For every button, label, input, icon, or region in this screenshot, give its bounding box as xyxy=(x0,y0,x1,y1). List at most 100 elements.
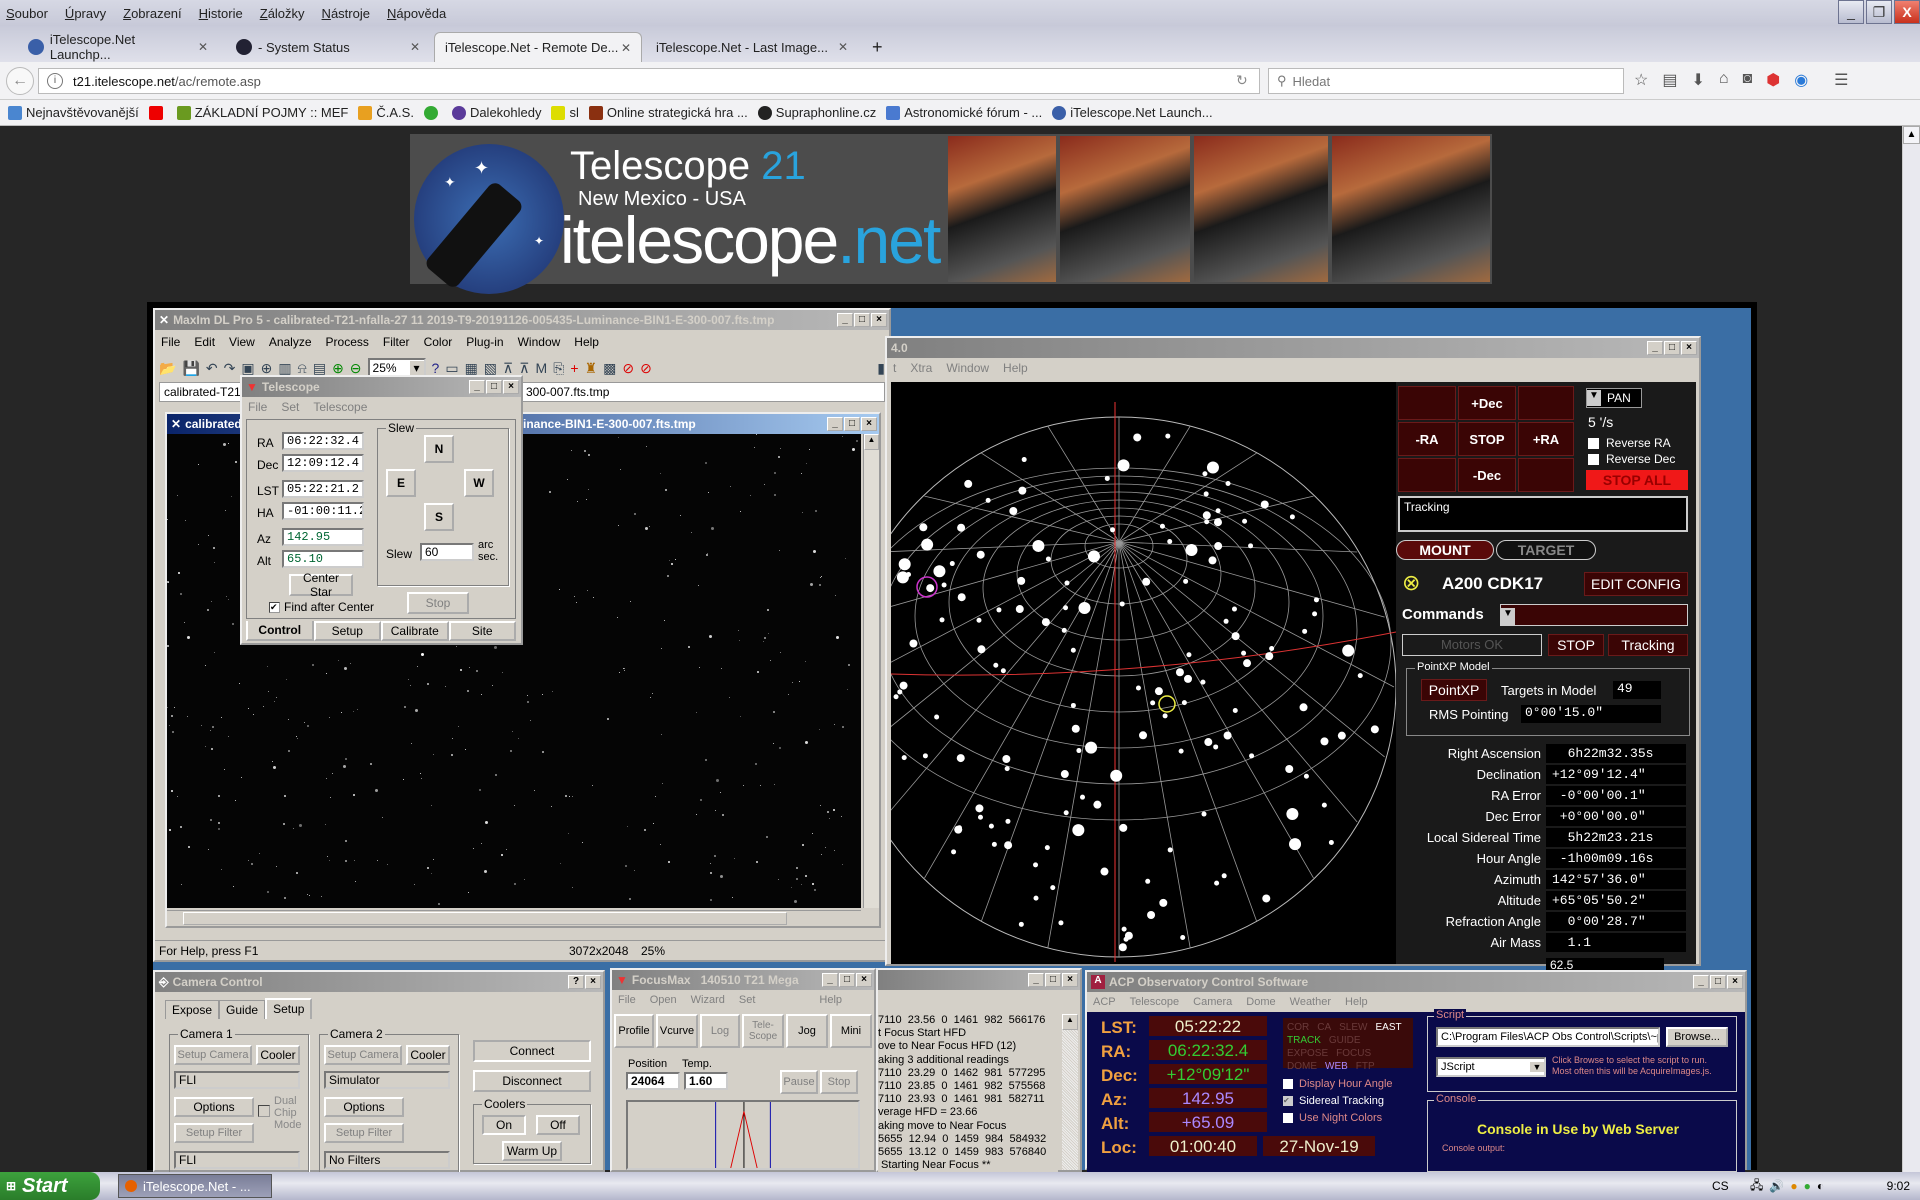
ha-field[interactable]: -01:00:11.2 xyxy=(282,502,364,520)
pad-ne-button[interactable] xyxy=(1518,386,1574,420)
stop-all-button[interactable]: STOP ALL xyxy=(1586,470,1688,490)
tab-control[interactable]: Control xyxy=(246,621,314,641)
image-icon[interactable]: ▣ xyxy=(241,360,254,377)
minimize-button[interactable]: _ xyxy=(1838,0,1864,24)
minimize-button[interactable]: _ xyxy=(469,380,485,394)
close-button[interactable]: × xyxy=(1727,975,1743,989)
menu-file[interactable]: File xyxy=(248,400,267,414)
menu-help[interactable]: Help xyxy=(574,335,599,349)
menu-color[interactable]: Color xyxy=(424,335,453,349)
tab-last-image[interactable]: iTelescope.Net - Last Image... ✕ xyxy=(646,32,858,62)
warm-up-button[interactable]: Warm Up xyxy=(502,1141,562,1161)
minimize-button[interactable]: _ xyxy=(1693,975,1709,989)
dec-field[interactable]: 12:09:12.4 xyxy=(282,454,364,472)
network-icon[interactable]: 🖧 xyxy=(1750,1176,1763,1197)
plus-dec-button[interactable]: +Dec xyxy=(1458,386,1516,420)
minimize-button[interactable]: _ xyxy=(837,313,853,327)
bookmark-youtube[interactable] xyxy=(148,105,167,120)
stop-observatory-icon[interactable]: ⊘ xyxy=(640,360,652,377)
tab-system-status[interactable]: - System Status ✕ xyxy=(226,32,430,62)
tool-icon[interactable]: M xyxy=(536,360,548,376)
hamburger-menu-icon[interactable]: ☰ xyxy=(1834,70,1848,90)
language-indicator[interactable]: CS xyxy=(1712,1179,1729,1193)
menu-analyze[interactable]: Analyze xyxy=(269,335,312,349)
cooler-off-button[interactable]: Off xyxy=(536,1115,580,1135)
menu-file[interactable]: File xyxy=(618,994,636,1006)
menu-window[interactable]: Window xyxy=(518,335,561,349)
maximize-button[interactable]: □ xyxy=(486,380,502,394)
pad-sw-button[interactable] xyxy=(1398,458,1456,492)
taskbar-item-firefox[interactable]: iTelescope.Net - ... xyxy=(118,1174,272,1198)
plus-ra-button[interactable]: +RA xyxy=(1518,422,1574,456)
tab-site[interactable]: Site xyxy=(448,621,516,641)
edit-config-button[interactable]: EDIT CONFIG xyxy=(1584,572,1688,596)
camera1-options-button[interactable]: Options xyxy=(174,1097,254,1117)
maximize-button[interactable]: □ xyxy=(1664,341,1680,355)
bookmark-check[interactable] xyxy=(423,105,442,120)
help-button[interactable]: ? xyxy=(568,975,584,989)
temp-field[interactable]: 1.60 xyxy=(684,1072,728,1090)
menu-wizard[interactable]: Wizard xyxy=(691,994,725,1006)
menu-camera[interactable]: Camera xyxy=(1193,996,1232,1008)
menu-window[interactable]: Window xyxy=(946,361,989,375)
camera2-options-button[interactable]: Options xyxy=(324,1097,404,1117)
menu-dome[interactable]: Dome xyxy=(1246,996,1275,1008)
reverse-dec-checkbox[interactable]: Reverse Dec xyxy=(1588,452,1675,466)
filter2-field[interactable]: No Filters xyxy=(324,1151,450,1169)
crosshair-red-icon[interactable]: + xyxy=(570,360,578,376)
tray-app-icon[interactable]: ● xyxy=(1790,1179,1797,1193)
menu-historie[interactable]: Historie xyxy=(199,6,243,21)
redo-icon[interactable]: ↷ xyxy=(224,360,236,377)
maxim-titlebar[interactable]: ✕ MaxIm DL Pro 5 - calibrated-T21-nfalla… xyxy=(155,310,889,330)
restore-button[interactable]: ❐ xyxy=(1866,0,1892,24)
camera-icon[interactable]: ▦ xyxy=(465,360,478,377)
slew-north-button[interactable]: N xyxy=(424,435,454,463)
tab-expose[interactable]: Expose xyxy=(165,1000,220,1019)
zoom-in-icon[interactable]: ⊕ xyxy=(332,360,344,377)
page-scrollbar[interactable]: ▲ xyxy=(1902,126,1920,1172)
tab-setup[interactable]: Setup xyxy=(313,621,381,641)
vcurve-button[interactable]: Vcurve xyxy=(656,1014,698,1048)
mount-stop-button[interactable]: STOP xyxy=(1548,634,1604,656)
lst-field[interactable]: 05:22:21.2 xyxy=(282,480,364,498)
reload-icon[interactable]: ↻ xyxy=(1236,72,1248,89)
log-button[interactable]: Log xyxy=(700,1014,740,1048)
log-scrollbar[interactable]: ▲ xyxy=(1062,1014,1078,1170)
menu-acp[interactable]: ACP xyxy=(1093,996,1116,1008)
menu-zalozky[interactable]: Záložky xyxy=(260,6,305,21)
home-icon[interactable]: ⌂ xyxy=(1719,70,1729,90)
menu-help[interactable]: Help xyxy=(1003,361,1028,375)
tool-icon[interactable]: ▧ xyxy=(484,360,497,377)
tab-remote-desktop[interactable]: iTelescope.Net - Remote De... ✕ xyxy=(434,32,642,62)
histogram-icon[interactable]: ▮ xyxy=(877,360,885,377)
pointxp-button[interactable]: PointXP xyxy=(1421,679,1487,701)
close-tab-icon[interactable]: ✕ xyxy=(621,41,631,55)
stack-icon[interactable]: ▥ xyxy=(278,360,291,377)
close-button[interactable]: × xyxy=(503,380,519,394)
bookmark-zakladni-pojmy[interactable]: ZÁKLADNÍ POJMY :: MEF xyxy=(176,105,348,120)
menu-process[interactable]: Process xyxy=(326,335,369,349)
pad-stop-button[interactable]: STOP xyxy=(1458,422,1516,456)
alt-field[interactable]: 65.10 xyxy=(282,550,364,568)
cooler1-button[interactable]: Cooler xyxy=(256,1045,300,1065)
tab-setup[interactable]: Setup xyxy=(265,998,313,1019)
menu-file[interactable]: File xyxy=(161,335,180,349)
menu-plugin[interactable]: Plug-in xyxy=(466,335,503,349)
minimize-button[interactable]: _ xyxy=(1028,973,1044,987)
cooler-on-button[interactable]: On xyxy=(482,1115,526,1135)
minimize-button[interactable]: _ xyxy=(827,417,843,431)
vertical-scrollbar[interactable]: ▲ xyxy=(863,434,879,908)
camera-control-titlebar[interactable]: ⎆ Camera Control ? × xyxy=(155,972,603,992)
slew-south-button[interactable]: S xyxy=(424,503,454,531)
close-button[interactable]: × xyxy=(1681,341,1697,355)
pad-nw-button[interactable] xyxy=(1398,386,1456,420)
focus-icon[interactable]: ♜ xyxy=(585,360,598,377)
tool-icon[interactable]: ⊼ xyxy=(519,360,529,377)
ra-field[interactable]: 06:22:32.4 xyxy=(282,432,364,450)
menu-napoveda[interactable]: Nápověda xyxy=(387,6,446,21)
setup-filter1-button[interactable]: Setup Filter xyxy=(174,1123,254,1143)
menu-nastroje[interactable]: Nástroje xyxy=(322,6,370,21)
info-icon[interactable]: ▤ xyxy=(313,360,326,377)
scroll-up-icon[interactable]: ▲ xyxy=(1062,1014,1078,1030)
new-tab-button[interactable]: + xyxy=(862,32,893,62)
